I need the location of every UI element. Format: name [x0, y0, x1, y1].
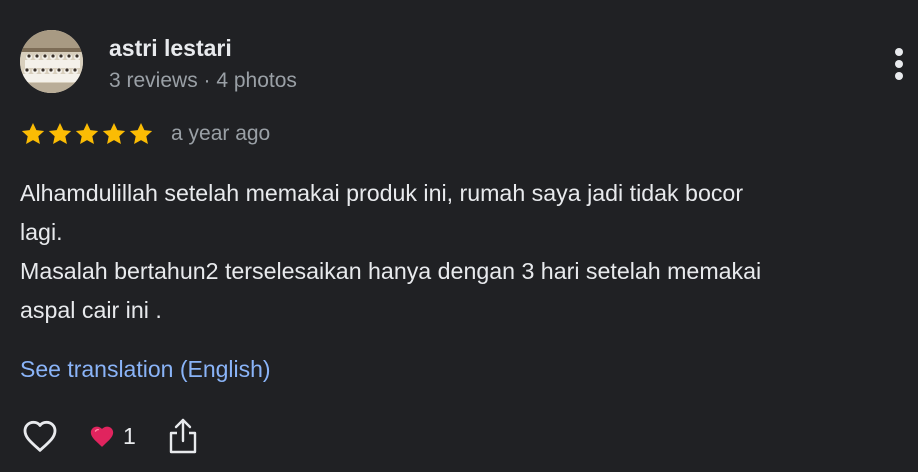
- see-translation-link[interactable]: See translation (English): [20, 353, 271, 385]
- more-vertical-icon-dot: [895, 60, 903, 68]
- rating-row: a year ago: [20, 118, 270, 150]
- author-meta: 3 reviews · 4 photos: [109, 69, 297, 92]
- red-heart-shape: [90, 426, 114, 447]
- reaction-count: 1: [123, 422, 136, 449]
- heart-outline-icon: [23, 420, 57, 452]
- share-icon: [169, 418, 196, 454]
- star-icon: [74, 121, 100, 147]
- avatar[interactable]: [20, 30, 83, 93]
- review-actions: 1: [20, 414, 200, 458]
- author-name[interactable]: astri lestari: [109, 33, 232, 63]
- review-text-line: lagi.: [20, 219, 63, 245]
- more-vertical-icon: [895, 48, 903, 56]
- review-text-line: Masalah bertahun2 terselesaikan hanya de…: [20, 258, 762, 284]
- review-text-line: aspal cair ini .: [20, 297, 162, 323]
- share-button[interactable]: [166, 416, 200, 456]
- review-text: Alhamdulillah setelah memakai produk ini…: [20, 174, 918, 330]
- star-icon: [20, 121, 46, 147]
- reaction-summary[interactable]: 1: [89, 423, 136, 450]
- star-icon: [101, 121, 127, 147]
- red-heart-emoji-icon: [89, 424, 115, 448]
- review-date: a year ago: [171, 122, 271, 145]
- star-icon: [47, 121, 73, 147]
- review-text-line: Alhamdulillah setelah memakai produk ini…: [20, 180, 744, 206]
- star-icon: [128, 121, 154, 147]
- group-photo-avatar-icon: [20, 30, 83, 93]
- more-vertical-icon-dot: [895, 72, 903, 80]
- like-button[interactable]: [20, 416, 62, 456]
- star-rating: [20, 121, 154, 147]
- more-options-button[interactable]: [884, 42, 914, 86]
